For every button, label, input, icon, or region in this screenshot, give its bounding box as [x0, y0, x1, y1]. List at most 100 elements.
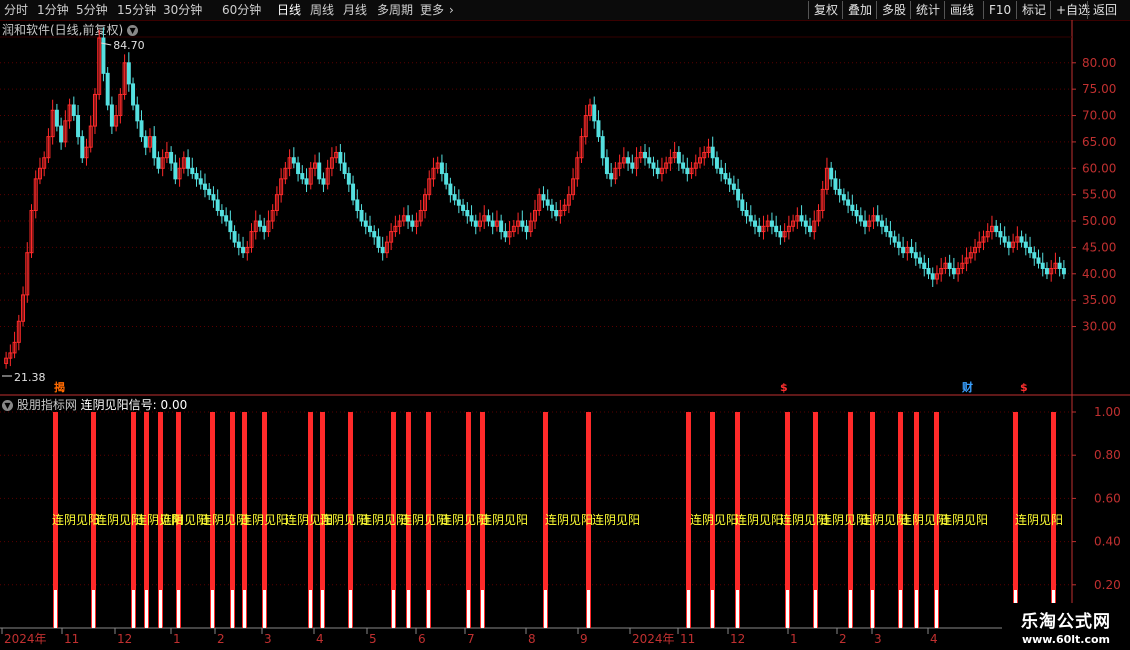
candle	[634, 147, 639, 177]
candle	[46, 128, 51, 164]
candle	[714, 151, 719, 174]
candle	[956, 262, 961, 282]
signal-text: 连阴见阳	[592, 512, 640, 527]
y-tick-label: 40.00	[1082, 267, 1116, 281]
candle	[744, 202, 749, 224]
candle	[562, 198, 567, 216]
candle-body	[774, 225, 779, 233]
candle	[393, 215, 398, 237]
candle-body	[833, 178, 838, 190]
candle-body	[1061, 268, 1066, 275]
candle	[503, 223, 508, 243]
candle	[410, 214, 415, 232]
candle-body	[913, 252, 918, 259]
candle	[135, 96, 140, 129]
candle	[139, 110, 144, 142]
candle	[342, 152, 347, 179]
candle	[799, 205, 804, 227]
candle-body	[714, 157, 719, 169]
candle	[541, 186, 546, 208]
candle-body	[901, 246, 906, 254]
candle	[355, 189, 360, 219]
y-tick-label: 35.00	[1082, 293, 1116, 307]
chevron-down-icon[interactable]: ▼	[2, 400, 13, 411]
candle	[427, 170, 432, 200]
candle	[507, 221, 512, 245]
signal-bar-base	[481, 590, 484, 628]
signal-bar-base	[687, 590, 690, 628]
candle-body	[355, 199, 360, 211]
candle-body	[503, 231, 508, 238]
indicator-title: ▼ 股朋指标网 连阴见阳信号: 0.00	[2, 396, 187, 413]
candle-body	[448, 183, 453, 196]
candle-body	[376, 236, 381, 248]
candle-body	[139, 120, 144, 138]
candle	[617, 154, 622, 177]
candle	[592, 96, 597, 129]
x-tick-label: 1	[790, 632, 798, 646]
candle	[423, 188, 427, 219]
candle	[1040, 252, 1045, 277]
candle	[494, 210, 499, 232]
candle-body	[896, 241, 901, 248]
x-tick-label: 11	[64, 632, 79, 646]
candle	[486, 209, 491, 227]
candle	[1044, 262, 1049, 280]
candle	[54, 103, 59, 132]
candle	[824, 157, 829, 195]
kline-chart[interactable]: 80.0075.0070.0065.0060.0055.0050.0045.00…	[0, 0, 1130, 650]
high-price-label: 84.70	[113, 39, 145, 52]
candle-body	[456, 199, 461, 206]
candle	[469, 205, 474, 227]
candle-body	[655, 167, 660, 175]
candle	[118, 88, 123, 124]
signal-bar-base	[159, 590, 162, 628]
sub-y-tick-label: 0.80	[1094, 448, 1121, 462]
sub-y-tick-label: 1.00	[1094, 405, 1121, 419]
candle	[380, 236, 385, 261]
candle	[833, 170, 838, 195]
candle-body	[1040, 262, 1045, 270]
candle	[59, 117, 64, 150]
candle-body	[126, 62, 131, 85]
signal-value: 0.00	[160, 398, 188, 412]
candle	[21, 286, 26, 327]
candle	[943, 256, 948, 274]
candle	[740, 193, 745, 216]
candle	[786, 215, 791, 240]
x-tick-label: 9	[580, 632, 588, 646]
candle	[1036, 249, 1041, 269]
candle-body	[947, 262, 952, 270]
candle	[224, 207, 229, 227]
x-tick-label: 1	[173, 632, 181, 646]
candle	[439, 154, 444, 182]
candle-body	[1006, 241, 1011, 248]
candle	[270, 204, 275, 229]
candle	[236, 233, 241, 256]
candle-body	[875, 215, 880, 222]
candle	[947, 254, 952, 277]
candle-body	[105, 72, 110, 106]
candle	[926, 257, 931, 280]
candle	[67, 98, 72, 129]
candle	[456, 189, 461, 214]
candle	[376, 228, 381, 253]
candle-body	[444, 173, 449, 185]
candle	[397, 214, 402, 235]
candle	[829, 161, 834, 187]
candle	[571, 168, 576, 200]
candle	[338, 144, 343, 171]
candle-body	[461, 204, 466, 211]
candle	[939, 257, 944, 282]
candle	[372, 225, 377, 245]
candle-body	[219, 209, 224, 217]
candle-body	[211, 194, 216, 201]
candle-body	[858, 215, 863, 222]
candle	[152, 126, 157, 166]
candle-body	[410, 220, 415, 227]
watermark: 乐淘公式网 www.60lt.com	[1002, 603, 1130, 650]
candle-body	[131, 83, 136, 106]
candle	[321, 172, 326, 193]
signal-text: 连阴见阳	[480, 512, 528, 527]
candle	[901, 236, 906, 258]
